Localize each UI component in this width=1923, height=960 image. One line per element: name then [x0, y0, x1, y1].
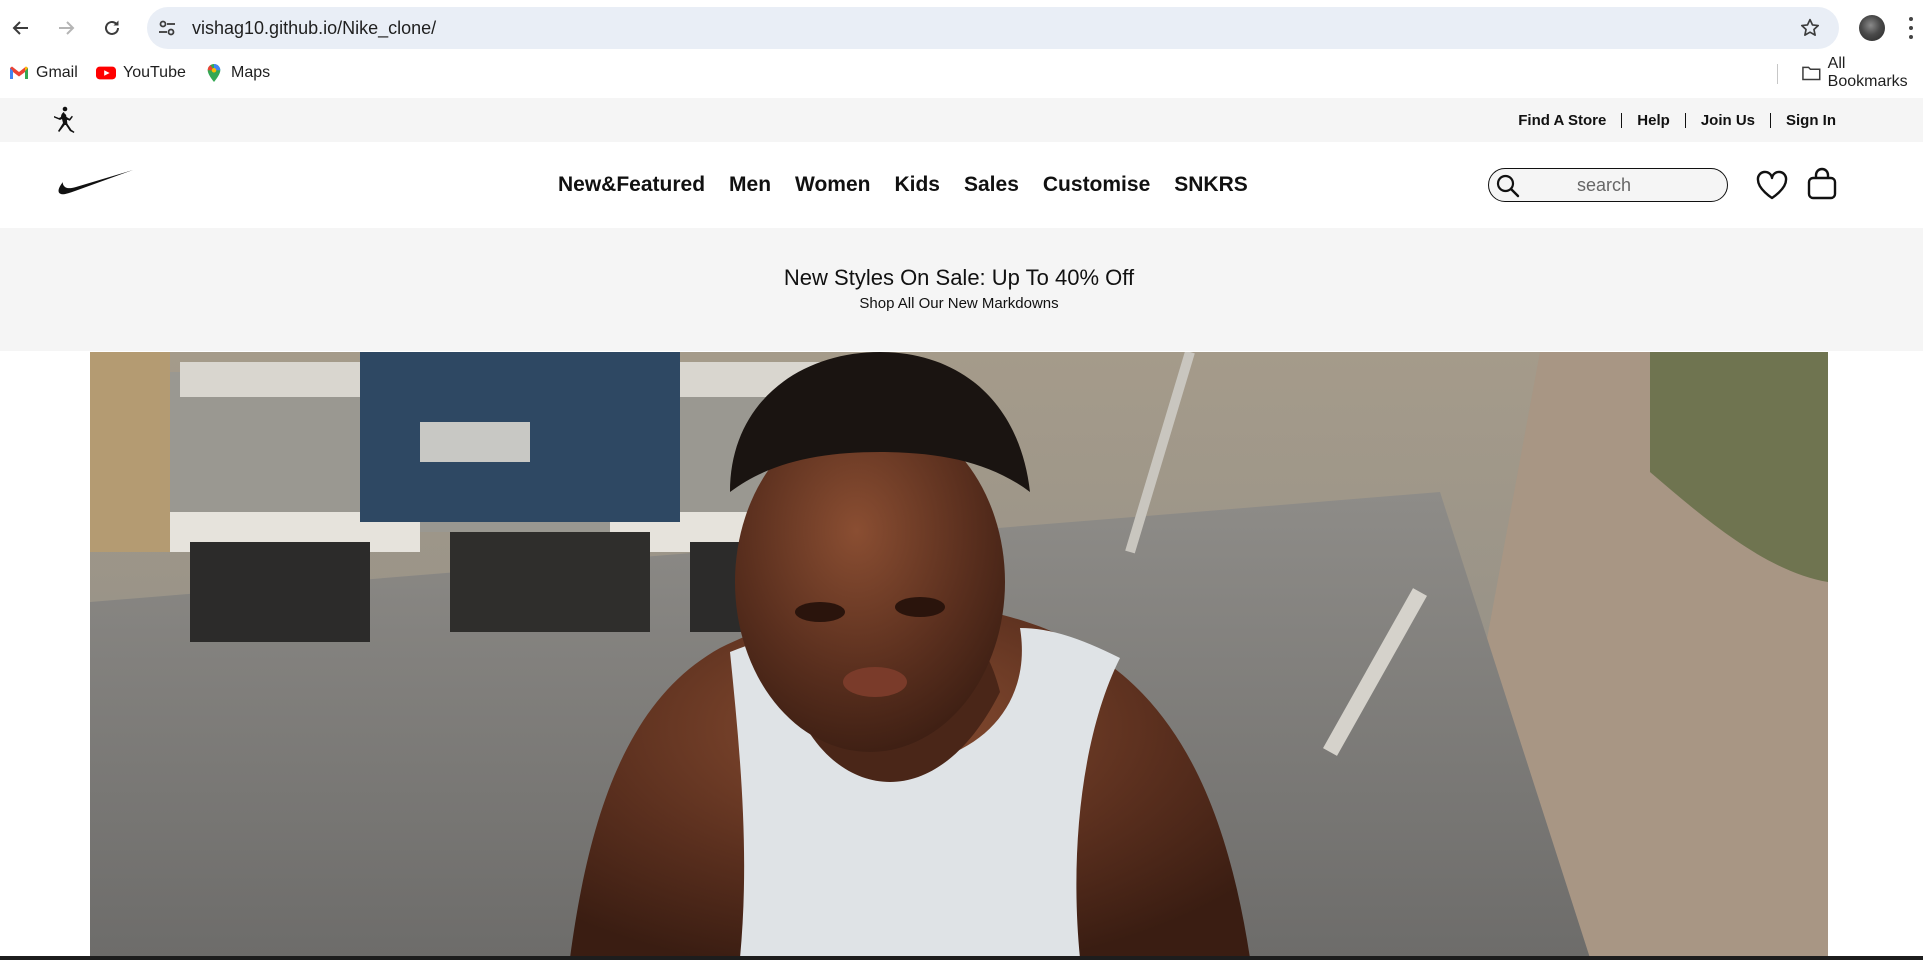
- main-nav: New&Featured Men Women Kids Sales Custom…: [558, 142, 1272, 228]
- bookmark-youtube[interactable]: YouTube: [96, 56, 186, 90]
- hero-media: [90, 352, 1828, 958]
- bookmark-maps[interactable]: Maps: [204, 56, 270, 90]
- bookmark-gmail[interactable]: Gmail: [9, 56, 78, 90]
- find-store-link[interactable]: Find A Store: [1518, 112, 1606, 129]
- reload-icon: [105, 20, 119, 35]
- url-text[interactable]: vishag10.github.io/Nike_clone/: [192, 7, 436, 49]
- youtube-icon: [96, 66, 116, 80]
- nav-men[interactable]: Men: [729, 173, 771, 197]
- promo-subtitle[interactable]: Shop All Our New Markdowns: [0, 295, 1918, 312]
- all-bookmarks[interactable]: All Bookmarks: [1802, 55, 1923, 90]
- utility-links: Find A Store Help Join Us Sign In: [1518, 98, 1836, 142]
- utility-bar: Find A Store Help Join Us Sign In: [0, 98, 1923, 142]
- browser-toolbar: vishag10.github.io/Nike_clone/: [0, 0, 1923, 56]
- browser-menu-button[interactable]: [1906, 14, 1916, 42]
- separator: [1770, 112, 1771, 128]
- bottom-edge: [0, 956, 1923, 960]
- arrow-left-icon: [12, 21, 28, 35]
- site-info-icon[interactable]: [157, 18, 177, 38]
- bookmark-star-icon[interactable]: [1799, 17, 1821, 39]
- site-header: New&Featured Men Women Kids Sales Custom…: [0, 142, 1923, 228]
- nav-new-featured[interactable]: New&Featured: [558, 173, 705, 197]
- profile-avatar[interactable]: [1859, 15, 1885, 41]
- gmail-icon: [10, 66, 28, 79]
- search-icon[interactable]: [1495, 173, 1521, 199]
- address-bar[interactable]: vishag10.github.io/Nike_clone/: [147, 7, 1839, 49]
- separator: [1684, 112, 1686, 128]
- help-link[interactable]: Help: [1637, 112, 1670, 129]
- forward-button[interactable]: [52, 14, 80, 42]
- nav-kids[interactable]: Kids: [894, 173, 940, 197]
- bookmark-label: Maps: [231, 64, 271, 81]
- arrow-right-icon: [59, 21, 75, 35]
- nav-snkrs[interactable]: SNKRS: [1174, 173, 1248, 197]
- join-us-link[interactable]: Join Us: [1701, 112, 1755, 129]
- all-bookmarks-label: All Bookmarks: [1827, 55, 1908, 90]
- promo-banner[interactable]: New Styles On Sale: Up To 40% Off Shop A…: [0, 228, 1923, 351]
- hero-runner-image: [90, 352, 1828, 958]
- reload-button[interactable]: [98, 14, 126, 42]
- nav-customise[interactable]: Customise: [1043, 173, 1150, 197]
- promo-title: New Styles On Sale: Up To 40% Off: [783, 265, 1135, 290]
- jordan-logo-icon[interactable]: [52, 106, 78, 134]
- search-box: [1488, 168, 1728, 202]
- folder-icon: [1802, 66, 1821, 81]
- search-input[interactable]: [1529, 171, 1719, 199]
- nav-sales[interactable]: Sales: [964, 173, 1019, 197]
- separator: [1621, 112, 1623, 128]
- maps-icon: [207, 64, 221, 82]
- heart-icon[interactable]: [1755, 169, 1789, 201]
- bookmark-label: Gmail: [36, 64, 78, 81]
- bookmarks-bar: Gmail YouTube Maps All Bookmarks: [0, 55, 1923, 96]
- bookmarks-divider: [1777, 64, 1778, 84]
- nav-women[interactable]: Women: [795, 173, 870, 197]
- nike-swoosh-logo[interactable]: [55, 168, 133, 196]
- sign-in-link[interactable]: Sign In: [1786, 112, 1836, 129]
- back-button[interactable]: [7, 14, 35, 42]
- shopping-bag-icon[interactable]: [1806, 167, 1838, 201]
- bookmark-label: YouTube: [123, 64, 186, 81]
